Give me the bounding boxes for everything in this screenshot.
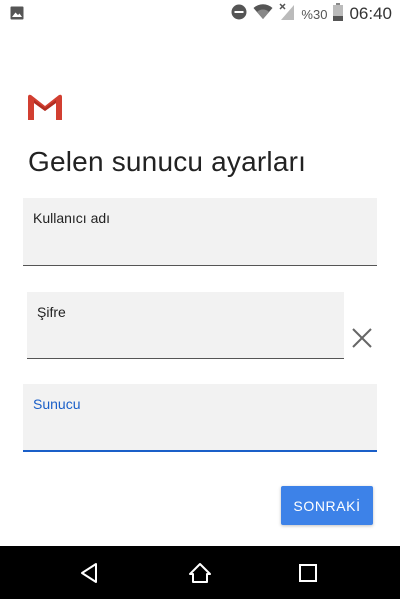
page-title: Gelen sunucu ayarları: [28, 146, 307, 177]
recents-icon[interactable]: [296, 562, 320, 584]
username-input[interactable]: [33, 240, 367, 260]
no-signal-icon: [279, 2, 295, 26]
password-underline: [27, 358, 344, 359]
image-icon: [10, 6, 24, 25]
username-underline: [23, 265, 377, 266]
server-underline: [23, 450, 377, 452]
screen: %30 06:40 Gelen sunucu ayarları Kullanıc…: [0, 0, 400, 599]
status-bar: %30 06:40: [0, 0, 400, 28]
navigation-bar: [0, 546, 400, 599]
battery-percent: %30: [301, 6, 328, 22]
next-button[interactable]: SONRAKİ: [281, 486, 373, 525]
password-input[interactable]: [37, 333, 334, 353]
server-field[interactable]: Sunucu: [23, 384, 377, 452]
gmail-logo-icon: [28, 94, 62, 120]
home-icon[interactable]: [188, 562, 212, 584]
server-label: Sunucu: [33, 396, 81, 412]
password-label: Şifre: [37, 304, 66, 320]
username-field[interactable]: Kullanıcı adı: [23, 198, 377, 266]
password-field[interactable]: Şifre: [27, 292, 344, 359]
back-icon[interactable]: [78, 562, 102, 584]
username-label: Kullanıcı adı: [33, 210, 111, 226]
close-icon[interactable]: [351, 327, 373, 349]
do-not-disturb-icon: [231, 4, 247, 25]
server-input[interactable]: [33, 426, 367, 446]
wifi-icon: [253, 3, 273, 25]
battery-icon: [333, 2, 344, 26]
clock: 06:40: [349, 4, 392, 23]
status-icons: %30 06:40: [225, 2, 392, 26]
